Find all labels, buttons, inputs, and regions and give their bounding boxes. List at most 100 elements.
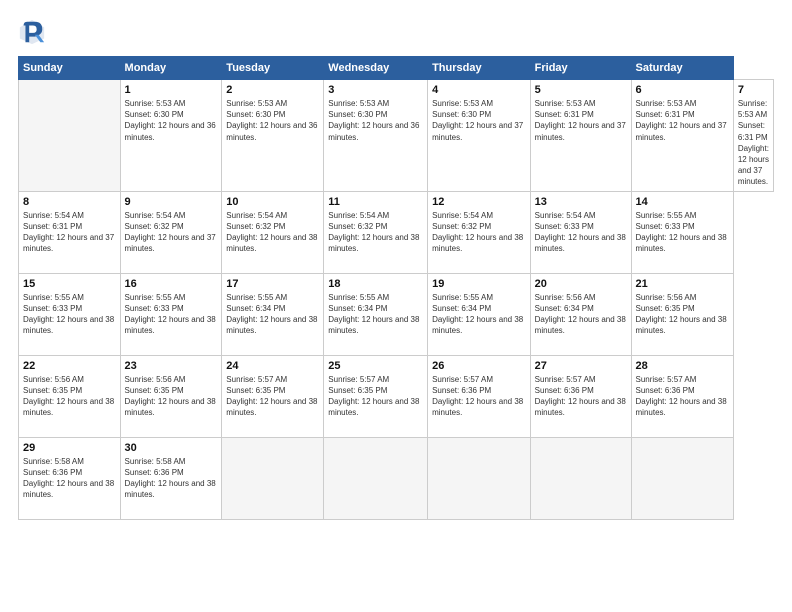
day-number: 18 <box>328 278 423 290</box>
calendar-header-row: SundayMondayTuesdayWednesdayThursdayFrid… <box>19 57 774 80</box>
day-info: Sunrise: 5:54 AMSunset: 6:32 PMDaylight:… <box>328 210 423 255</box>
day-number: 21 <box>636 278 729 290</box>
day-info: Sunrise: 5:54 AMSunset: 6:31 PMDaylight:… <box>23 210 116 255</box>
day-info: Sunrise: 5:57 AMSunset: 6:36 PMDaylight:… <box>432 374 526 419</box>
day-number: 8 <box>23 196 116 208</box>
day-info: Sunrise: 5:53 AMSunset: 6:31 PMDaylight:… <box>535 98 627 143</box>
day-number: 25 <box>328 360 423 372</box>
day-number: 4 <box>432 84 526 96</box>
day-number: 17 <box>226 278 319 290</box>
calendar-day-cell <box>428 437 531 519</box>
day-number: 2 <box>226 84 319 96</box>
day-info: Sunrise: 5:55 AMSunset: 6:34 PMDaylight:… <box>328 292 423 337</box>
calendar-day-header: Monday <box>120 57 222 80</box>
calendar-day-cell: 4Sunrise: 5:53 AMSunset: 6:30 PMDaylight… <box>428 80 531 192</box>
day-info: Sunrise: 5:53 AMSunset: 6:31 PMDaylight:… <box>738 98 769 188</box>
calendar-table: SundayMondayTuesdayWednesdayThursdayFrid… <box>18 56 774 520</box>
day-info: Sunrise: 5:57 AMSunset: 6:35 PMDaylight:… <box>328 374 423 419</box>
day-info: Sunrise: 5:54 AMSunset: 6:32 PMDaylight:… <box>125 210 218 255</box>
page: SundayMondayTuesdayWednesdayThursdayFrid… <box>0 0 792 612</box>
day-number: 20 <box>535 278 627 290</box>
day-number: 13 <box>535 196 627 208</box>
day-number: 9 <box>125 196 218 208</box>
day-number: 30 <box>125 442 218 454</box>
day-info: Sunrise: 5:57 AMSunset: 6:36 PMDaylight:… <box>535 374 627 419</box>
day-number: 3 <box>328 84 423 96</box>
calendar-day-cell: 15 Sunrise: 5:55 AMSunset: 6:33 PMDayligh… <box>19 273 121 355</box>
day-number: 24 <box>226 360 319 372</box>
calendar-day-cell: 16 Sunrise: 5:55 AMSunset: 6:33 PMDayligh… <box>120 273 222 355</box>
day-info: Sunrise: 5:53 AMSunset: 6:30 PMDaylight:… <box>125 98 218 143</box>
day-number: 19 <box>432 278 526 290</box>
day-info: Sunrise: 5:56 AMSunset: 6:35 PMDaylight:… <box>636 292 729 337</box>
day-info: Sunrise: 5:56 AMSunset: 6:35 PMDaylight:… <box>23 374 116 419</box>
calendar-day-cell: 2 Sunrise: 5:53 AMSunset: 6:30 PMDaylight… <box>222 80 324 192</box>
day-info: Sunrise: 5:58 AMSunset: 6:36 PMDaylight:… <box>125 456 218 501</box>
calendar-day-cell <box>530 437 631 519</box>
day-info: Sunrise: 5:57 AMSunset: 6:35 PMDaylight:… <box>226 374 319 419</box>
calendar-day-cell: 14 Sunrise: 5:55 AMSunset: 6:33 PMDayligh… <box>631 191 733 273</box>
day-number: 16 <box>125 278 218 290</box>
calendar-week-row: 1 Sunrise: 5:53 AMSunset: 6:30 PMDaylight… <box>19 80 774 192</box>
calendar-day-cell: 30 Sunrise: 5:58 AMSunset: 6:36 PMDayligh… <box>120 437 222 519</box>
day-info: Sunrise: 5:53 AMSunset: 6:30 PMDaylight:… <box>226 98 319 143</box>
calendar-day-cell: 11 Sunrise: 5:54 AMSunset: 6:32 PMDayligh… <box>324 191 428 273</box>
day-number: 1 <box>125 84 218 96</box>
logo <box>18 18 50 46</box>
day-info: Sunrise: 5:54 AMSunset: 6:32 PMDaylight:… <box>226 210 319 255</box>
day-number: 10 <box>226 196 319 208</box>
calendar-day-cell: 20 Sunrise: 5:56 AMSunset: 6:34 PMDayligh… <box>530 273 631 355</box>
calendar-day-cell: 24 Sunrise: 5:57 AMSunset: 6:35 PMDayligh… <box>222 355 324 437</box>
calendar-day-cell: 25 Sunrise: 5:57 AMSunset: 6:35 PMDayligh… <box>324 355 428 437</box>
day-number: 12 <box>432 196 526 208</box>
logo-icon <box>18 18 46 46</box>
day-info: Sunrise: 5:55 AMSunset: 6:33 PMDaylight:… <box>23 292 116 337</box>
calendar-day-cell <box>324 437 428 519</box>
calendar-day-cell: 18 Sunrise: 5:55 AMSunset: 6:34 PMDayligh… <box>324 273 428 355</box>
day-number: 5 <box>535 84 627 96</box>
day-number: 28 <box>636 360 729 372</box>
day-number: 6 <box>636 84 729 96</box>
calendar-day-cell: 17 Sunrise: 5:55 AMSunset: 6:34 PMDayligh… <box>222 273 324 355</box>
calendar-day-cell: 26 Sunrise: 5:57 AMSunset: 6:36 PMDayligh… <box>428 355 531 437</box>
calendar-day-cell: 12 Sunrise: 5:54 AMSunset: 6:32 PMDayligh… <box>428 191 531 273</box>
day-info: Sunrise: 5:55 AMSunset: 6:33 PMDaylight:… <box>125 292 218 337</box>
day-info: Sunrise: 5:54 AMSunset: 6:32 PMDaylight:… <box>432 210 526 255</box>
day-number: 29 <box>23 442 116 454</box>
calendar-day-header: Friday <box>530 57 631 80</box>
calendar-day-cell: 6Sunrise: 5:53 AMSunset: 6:31 PMDaylight… <box>631 80 733 192</box>
calendar-day-cell: 3Sunrise: 5:53 AMSunset: 6:30 PMDaylight… <box>324 80 428 192</box>
day-info: Sunrise: 5:55 AMSunset: 6:34 PMDaylight:… <box>226 292 319 337</box>
calendar-day-cell: 27 Sunrise: 5:57 AMSunset: 6:36 PMDayligh… <box>530 355 631 437</box>
calendar-day-cell: 19Sunrise: 5:55 AMSunset: 6:34 PMDayligh… <box>428 273 531 355</box>
calendar-day-cell: 23Sunrise: 5:56 AMSunset: 6:35 PMDayligh… <box>120 355 222 437</box>
day-number: 27 <box>535 360 627 372</box>
calendar-day-cell: 7 Sunrise: 5:53 AMSunset: 6:31 PMDaylight… <box>733 80 773 192</box>
day-info: Sunrise: 5:58 AMSunset: 6:36 PMDaylight:… <box>23 456 116 501</box>
calendar-week-row: 8 Sunrise: 5:54 AMSunset: 6:31 PMDaylight… <box>19 191 774 273</box>
day-number: 7 <box>738 84 769 96</box>
day-info: Sunrise: 5:56 AMSunset: 6:34 PMDaylight:… <box>535 292 627 337</box>
calendar-day-cell: 5 Sunrise: 5:53 AMSunset: 6:31 PMDaylight… <box>530 80 631 192</box>
calendar-day-header: Wednesday <box>324 57 428 80</box>
calendar-empty-cell <box>19 80 121 192</box>
calendar-day-cell: 9 Sunrise: 5:54 AMSunset: 6:32 PMDaylight… <box>120 191 222 273</box>
calendar-week-row: 15 Sunrise: 5:55 AMSunset: 6:33 PMDayligh… <box>19 273 774 355</box>
calendar-day-cell: 13 Sunrise: 5:54 AMSunset: 6:33 PMDayligh… <box>530 191 631 273</box>
calendar-day-cell <box>631 437 733 519</box>
day-number: 26 <box>432 360 526 372</box>
calendar-week-row: 22Sunrise: 5:56 AMSunset: 6:35 PMDayligh… <box>19 355 774 437</box>
day-number: 14 <box>636 196 729 208</box>
calendar-day-cell: 1 Sunrise: 5:53 AMSunset: 6:30 PMDaylight… <box>120 80 222 192</box>
day-number: 15 <box>23 278 116 290</box>
calendar-day-cell: 8 Sunrise: 5:54 AMSunset: 6:31 PMDaylight… <box>19 191 121 273</box>
header <box>18 18 774 46</box>
calendar-day-cell <box>222 437 324 519</box>
day-info: Sunrise: 5:54 AMSunset: 6:33 PMDaylight:… <box>535 210 627 255</box>
calendar-day-cell: 21 Sunrise: 5:56 AMSunset: 6:35 PMDayligh… <box>631 273 733 355</box>
day-number: 11 <box>328 196 423 208</box>
calendar-day-cell: 29 Sunrise: 5:58 AMSunset: 6:36 PMDayligh… <box>19 437 121 519</box>
day-number: 23 <box>125 360 218 372</box>
day-info: Sunrise: 5:55 AMSunset: 6:33 PMDaylight:… <box>636 210 729 255</box>
day-info: Sunrise: 5:57 AMSunset: 6:36 PMDaylight:… <box>636 374 729 419</box>
